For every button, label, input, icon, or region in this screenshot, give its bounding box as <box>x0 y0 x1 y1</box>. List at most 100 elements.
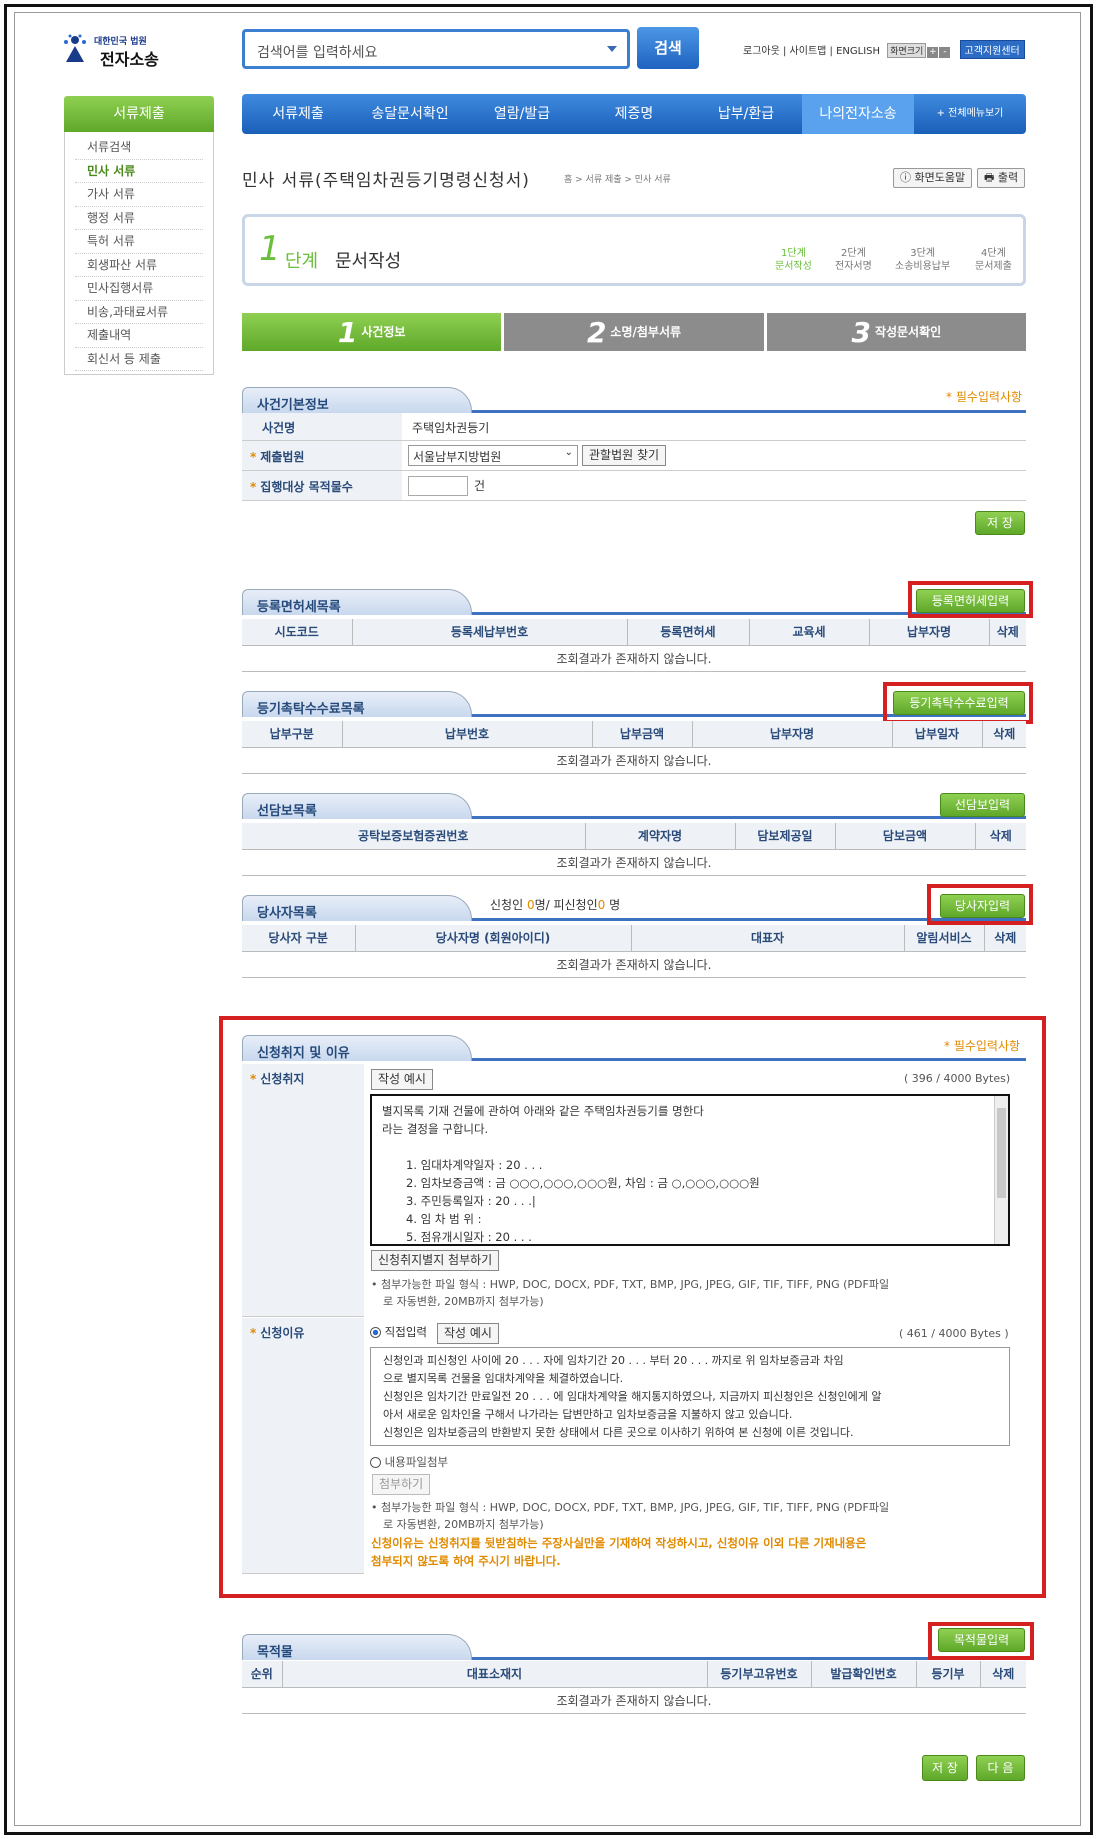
section-title: 등기촉탁수수료목록 <box>242 691 472 717</box>
attach-purpose-button[interactable]: 신청취지별지 첨부하기 <box>371 1250 500 1271</box>
zoom-in-button[interactable]: + <box>927 47 939 58</box>
tab-case-info[interactable]: 1 사건정보 <box>242 313 502 351</box>
left-nav-item[interactable]: 비송,과태료서류 <box>75 301 203 324</box>
search-button[interactable]: 검색 <box>637 27 699 69</box>
zoom-out-button[interactable]: - <box>939 47 951 58</box>
column-header: 당사자 구분 <box>242 925 356 952</box>
breadcrumb: 홈 > 서류 제출 > 민사 서류 <box>564 175 671 185</box>
party-input-button[interactable]: 당사자입력 <box>940 894 1025 918</box>
object-header: 목적물 <box>242 1630 1026 1660</box>
security-input-button[interactable]: 선담보입력 <box>940 793 1025 817</box>
reason-warning: 신청이유는 신청취지를 뒷받침하는 주장사실만을 기재하여 작성하시고, 신청이… <box>371 1536 867 1568</box>
case-name-value: 주택임차권등기 <box>412 421 490 435</box>
column-header: 담보제공일 <box>735 823 836 850</box>
find-court-button[interactable]: 관할법원 찾기 <box>582 445 667 466</box>
object-table: 순위 대표소재지 등기부고유번호 발급확인번호 등기부 삭제 조회결과가 존재하지 않습니… <box>242 1661 1026 1714</box>
reason-textarea[interactable]: 신청인과 피신청인 사이에 20 . . . 자에 임차기간 20 . . . … <box>370 1347 1010 1446</box>
column-header: 순위 <box>242 1661 283 1688</box>
column-header: 삭제 <box>980 1661 1026 1688</box>
court-logo-icon <box>64 34 86 62</box>
column-header: 납부번호 <box>342 721 593 748</box>
object-input-button[interactable]: 목적물입력 <box>938 1628 1025 1652</box>
tab-confirm[interactable]: 3 작성문서확인 <box>766 313 1026 351</box>
column-header: 담보금액 <box>835 823 976 850</box>
step-number: 1 <box>259 229 281 269</box>
step-unit: 단계 <box>285 251 319 272</box>
count-unit: 건 <box>474 479 486 493</box>
step-tabs: 1 사건정보 2 소명/첨부서류 3 작성문서확인 <box>242 313 1026 351</box>
tab-attachments[interactable]: 2 소명/첨부서류 <box>504 313 764 351</box>
left-nav-item[interactable]: 제출내역 <box>75 324 203 348</box>
reg-tax-input-button[interactable]: 등록면허세입력 <box>916 589 1025 613</box>
next-button[interactable]: 다 음 <box>976 1755 1025 1781</box>
sitemap-link[interactable]: 사이트맵 <box>790 46 827 57</box>
section-title: 신청취지 및 이유 <box>242 1035 472 1061</box>
left-nav-item[interactable]: 가사 서류 <box>75 183 203 207</box>
reg-tax-table: 시도코드 등록세납부번호 등록면허세 교육세 납부자명 삭제 조회결과가 존재하지 않습니… <box>242 619 1026 672</box>
empty-row: 조회결과가 존재하지 않습니다. <box>242 1687 1026 1714</box>
attach-button[interactable]: 첨부하기 <box>372 1474 431 1495</box>
required-note: * 필수입력사항 <box>944 1039 1021 1053</box>
security-header: 선담보목록 <box>242 789 1026 819</box>
gnav-item[interactable]: 서류제출 <box>242 94 354 134</box>
file-attach-radio[interactable]: 내용파일첨부 <box>370 1454 448 1470</box>
section-title: 등록면허세목록 <box>242 589 472 615</box>
scrollbar[interactable] <box>994 1096 1008 1244</box>
print-button[interactable]: 🖶 출력 <box>977 168 1026 188</box>
example-button[interactable]: 작성 예시 <box>371 1069 433 1090</box>
help-button[interactable]: ⓘ 화면도움말 <box>893 168 973 188</box>
save-case-button[interactable]: 저 장 <box>975 511 1025 535</box>
left-nav-item[interactable]: 행정 서류 <box>75 207 203 230</box>
global-nav: 서류제출 송달문서확인 열람/발급 제증명 납부/환급 나의전자소송 + 전체메… <box>242 94 1026 134</box>
site-logo[interactable]: 대한민국 법원 전자소송 <box>60 30 180 70</box>
target-count-label: * 집행대상 목적물수 <box>242 471 402 500</box>
gnav-item[interactable]: 납부/환급 <box>690 94 802 134</box>
progress-step: 3단계 소송비용납부 <box>895 248 951 272</box>
file-format-note: • 첨부가능한 파일 형식 : HWP, DOC, DOCX, PDF, TXT… <box>371 1278 890 1308</box>
purpose-textarea[interactable]: 별지목록 기재 건물에 관하여 아래와 같은 주택임차권등기를 명한다 라는 결정… <box>370 1094 1010 1246</box>
search-input[interactable]: 검색어를 입력하세요 <box>242 29 630 69</box>
party-table: 당사자 구분 당사자명 (회원아이디) 대표자 알림서비스 삭제 조회결과가 존재하지 … <box>242 925 1026 978</box>
logout-link[interactable]: 로그아웃 <box>743 46 780 57</box>
required-note: * 필수입력사항 <box>946 390 1023 404</box>
gnav-item[interactable]: 제증명 <box>578 94 690 134</box>
column-header: 삭제 <box>975 823 1026 850</box>
column-header: 시도코드 <box>242 619 353 646</box>
empty-row: 조회결과가 존재하지 않습니다. <box>242 849 1026 876</box>
print-label: 출력 <box>997 171 1019 184</box>
english-link[interactable]: ENGLISH <box>836 46 880 57</box>
column-header: 공탁보증보험증권번호 <box>242 823 586 850</box>
empty-row: 조회결과가 존재하지 않습니다. <box>242 747 1026 774</box>
column-header: 삭제 <box>984 925 1026 952</box>
example-button[interactable]: 작성 예시 <box>437 1323 499 1344</box>
gnav-item[interactable]: 송달문서확인 <box>354 94 466 134</box>
support-center-button[interactable]: 고객지원센터 <box>959 40 1025 59</box>
left-nav-item[interactable]: 특허 서류 <box>75 230 203 254</box>
left-nav-item[interactable]: 서류검색 <box>75 136 203 160</box>
column-header: 등록세납부번호 <box>352 619 628 646</box>
chevron-down-icon[interactable] <box>607 46 617 52</box>
utility-links: 로그아웃 | 사이트맵 | ENGLISH 화면크기 + - 고객지원센터 <box>743 40 1025 59</box>
left-nav-item-active[interactable]: 민사 서류 <box>75 160 203 183</box>
step-name: 문서작성 <box>335 251 402 272</box>
left-nav-item[interactable]: 회신서 등 제출 <box>75 348 203 371</box>
direct-input-radio[interactable]: 직접입력 <box>370 1324 427 1340</box>
gnav-item[interactable]: 열람/발급 <box>466 94 578 134</box>
fee-input-button[interactable]: 등기촉탁수수료입력 <box>893 691 1025 715</box>
save-button[interactable]: 저 장 <box>922 1755 968 1781</box>
column-header: 납부구분 <box>242 721 343 748</box>
gnav-item-active[interactable]: 나의전자소송 <box>802 94 914 134</box>
zoom-label: 화면크기 <box>887 43 927 58</box>
column-header: 납부금액 <box>592 721 693 748</box>
target-count-input[interactable] <box>408 476 468 496</box>
court-select[interactable]: 서울남부지방법원 ⌄ <box>408 445 578 466</box>
case-info-header: 사건기본정보 <box>242 383 1026 413</box>
court-label: * 제출법원 <box>242 441 402 470</box>
info-icon: ⓘ <box>900 171 915 184</box>
left-nav-item[interactable]: 민사집행서류 <box>75 277 203 301</box>
all-menu-button[interactable]: + 전체메뉴보기 <box>914 94 1026 134</box>
left-nav-item[interactable]: 회생파산 서류 <box>75 254 203 277</box>
chevron-down-icon: ⌄ <box>564 447 573 458</box>
party-count: 신청인 0명/ 피신청인0 명 <box>490 898 621 912</box>
left-nav: 서류검색 민사 서류 가사 서류 행정 서류 특허 서류 회생파산 서류 민사집… <box>64 132 214 375</box>
